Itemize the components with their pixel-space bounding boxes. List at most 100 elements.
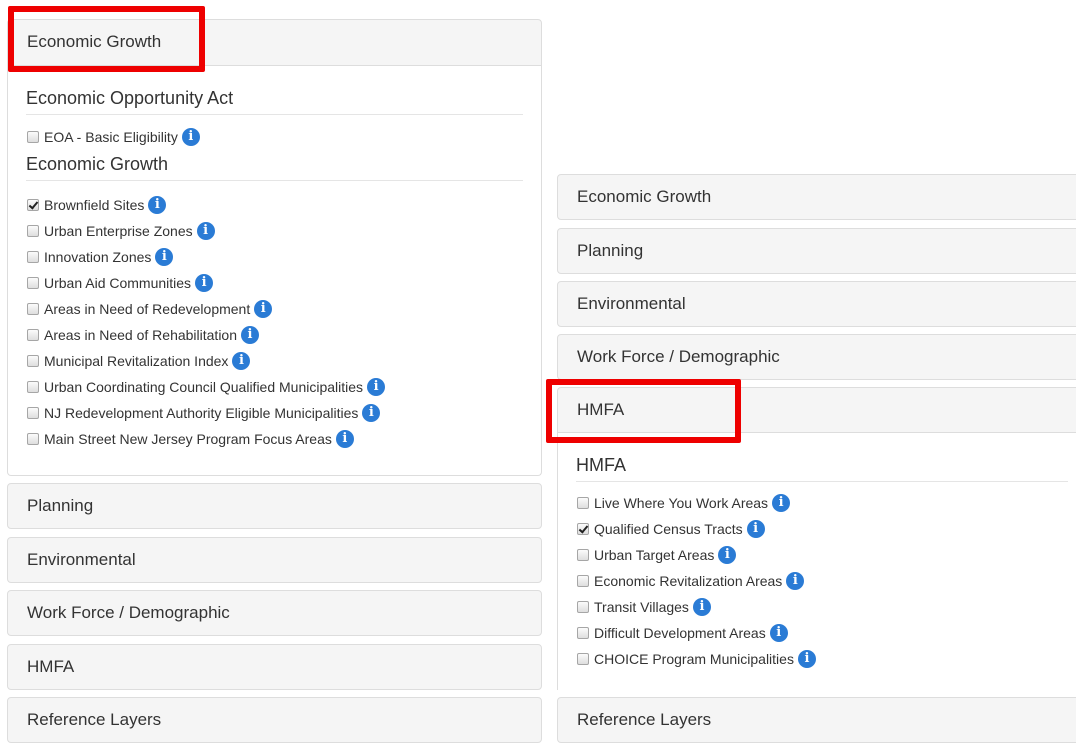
checkbox-label: Live Where You Work Areas — [594, 495, 769, 511]
panel-title: Reference Layers — [577, 710, 712, 729]
info-icon[interactable]: i — [718, 546, 737, 564]
checkbox-label: Areas in Need of Rehabilitation — [44, 327, 238, 343]
checkbox-label: Urban Enterprise Zones — [44, 223, 193, 239]
info-icon[interactable]: i — [367, 378, 386, 396]
right-panel-environmental[interactable]: Environmental — [557, 281, 1076, 327]
checkbox-item-innovation-zones[interactable]: Innovation Zones i — [27, 248, 174, 266]
panel-title: HMFA — [577, 400, 625, 419]
info-icon[interactable]: i — [196, 222, 215, 240]
checkbox-item-areas-rehabilitation[interactable]: Areas in Need of Rehabilitation i — [27, 326, 260, 344]
left-panel-header-economic-growth[interactable]: Economic Growth — [7, 19, 542, 66]
checkbox-label: Difficult Development Areas — [594, 625, 766, 641]
checkbox-label: Qualified Census Tracts — [594, 521, 743, 537]
checkbox[interactable] — [27, 433, 39, 445]
info-icon[interactable]: i — [232, 352, 251, 370]
checkbox-item-transit-villages[interactable]: Transit Villages i — [577, 598, 711, 616]
checkbox[interactable] — [577, 653, 589, 665]
checkbox[interactable] — [27, 199, 39, 211]
section-title-economic-growth: Economic Growth — [26, 153, 523, 181]
right-panel-planning[interactable]: Planning — [557, 228, 1076, 274]
info-icon[interactable]: i — [148, 196, 167, 214]
info-icon[interactable]: i — [786, 572, 805, 590]
info-icon[interactable]: i — [241, 326, 260, 344]
info-icon[interactable]: i — [692, 598, 711, 616]
info-icon[interactable]: i — [195, 274, 214, 292]
checkbox[interactable] — [577, 523, 589, 535]
checkbox[interactable] — [27, 131, 39, 143]
checkbox-item-urban-enterprise-zones[interactable]: Urban Enterprise Zones i — [27, 222, 215, 240]
checkbox-label: Urban Target Areas — [594, 547, 715, 563]
info-icon[interactable]: i — [769, 624, 788, 642]
panel-title: HMFA — [27, 657, 75, 676]
left-panel-reference-layers[interactable]: Reference Layers — [7, 697, 542, 743]
checkbox-label: Brownfield Sites — [44, 197, 145, 213]
checkbox-label: Economic Revitalization Areas — [594, 573, 783, 589]
checkbox-label: Urban Coordinating Council Qualified Mun… — [44, 379, 364, 395]
panel-title: Work Force / Demographic — [577, 347, 780, 366]
checkbox-label: Municipal Revitalization Index — [44, 353, 229, 369]
section-title-hmfa: HMFA — [576, 454, 1068, 482]
checkbox-item-main-street-nj[interactable]: Main Street New Jersey Program Focus Are… — [27, 430, 354, 448]
checkbox-item-nj-redevelopment-authority[interactable]: NJ Redevelopment Authority Eligible Muni… — [27, 404, 381, 422]
checkbox-item-municipal-revitalization-index[interactable]: Municipal Revitalization Index i — [27, 352, 251, 370]
right-panel-header-hmfa[interactable]: HMFA — [557, 387, 1076, 433]
checkbox-label: NJ Redevelopment Authority Eligible Muni… — [44, 405, 359, 421]
panel-title: Work Force / Demographic — [27, 603, 230, 622]
checkbox[interactable] — [577, 601, 589, 613]
right-panel-work-force-demographic[interactable]: Work Force / Demographic — [557, 334, 1076, 380]
section-title-economic-opportunity-act: Economic Opportunity Act — [26, 87, 523, 115]
info-icon[interactable]: i — [181, 128, 200, 146]
checkbox-item-economic-revitalization-areas[interactable]: Economic Revitalization Areas i — [577, 572, 805, 590]
checkbox-item-choice-program[interactable]: CHOICE Program Municipalities i — [577, 650, 816, 668]
checkbox-label: CHOICE Program Municipalities — [594, 651, 794, 667]
checkbox-item-eoa-basic-eligibility[interactable]: EOA - Basic Eligibility i — [27, 128, 200, 146]
checkbox[interactable] — [577, 627, 589, 639]
checkbox-label: Transit Villages — [594, 599, 689, 615]
info-icon[interactable]: i — [335, 430, 354, 448]
checkbox[interactable] — [577, 549, 589, 561]
info-icon[interactable]: i — [797, 650, 816, 668]
checkbox[interactable] — [27, 277, 39, 289]
checkbox[interactable] — [577, 575, 589, 587]
checkbox[interactable] — [27, 355, 39, 367]
checkbox-label: EOA - Basic Eligibility — [44, 129, 178, 145]
left-panel-work-force-demographic[interactable]: Work Force / Demographic — [7, 590, 542, 636]
checkbox[interactable] — [577, 497, 589, 509]
checkbox-label: Areas in Need of Redevelopment — [44, 301, 251, 317]
checkbox-label: Urban Aid Communities — [44, 275, 192, 291]
checkbox[interactable] — [27, 303, 39, 315]
checkbox-item-brownfield-sites[interactable]: Brownfield Sites i — [27, 196, 167, 214]
info-icon[interactable]: i — [362, 404, 381, 422]
panel-title: Economic Growth — [27, 32, 162, 51]
checkbox-item-difficult-development-areas[interactable]: Difficult Development Areas i — [577, 624, 788, 642]
info-icon[interactable]: i — [746, 520, 765, 538]
panel-title: Planning — [27, 496, 94, 515]
panel-title: Environmental — [27, 550, 136, 569]
info-icon[interactable]: i — [254, 300, 273, 318]
right-panel-reference-layers[interactable]: Reference Layers — [557, 697, 1076, 743]
info-icon[interactable]: i — [772, 494, 791, 512]
panel-title: Economic Growth — [577, 187, 712, 206]
left-panel-body-economic-growth: Economic Opportunity Act EOA - Basic Eli… — [7, 66, 542, 476]
panel-title: Reference Layers — [27, 710, 162, 729]
checkbox[interactable] — [27, 407, 39, 419]
checkbox[interactable] — [27, 251, 39, 263]
checkbox-item-areas-redevelopment[interactable]: Areas in Need of Redevelopment i — [27, 300, 273, 318]
checkbox-item-live-where-you-work[interactable]: Live Where You Work Areas i — [577, 494, 791, 512]
checkbox-item-urban-target-areas[interactable]: Urban Target Areas i — [577, 546, 737, 564]
checkbox-item-urban-coordinating-council[interactable]: Urban Coordinating Council Qualified Mun… — [27, 378, 386, 396]
right-panel-economic-growth[interactable]: Economic Growth — [557, 174, 1076, 220]
checkbox[interactable] — [27, 329, 39, 341]
checkbox-item-qualified-census-tracts[interactable]: Qualified Census Tracts i — [577, 520, 765, 538]
left-panel-hmfa[interactable]: HMFA — [7, 644, 542, 690]
checkbox-label: Main Street New Jersey Program Focus Are… — [44, 431, 332, 447]
checkbox[interactable] — [27, 381, 39, 393]
info-icon[interactable]: i — [155, 248, 174, 266]
checkbox[interactable] — [27, 225, 39, 237]
panel-title: Environmental — [577, 294, 686, 313]
left-panel-planning[interactable]: Planning — [7, 483, 542, 529]
checkbox-label: Innovation Zones — [44, 249, 152, 265]
left-panel-environmental[interactable]: Environmental — [7, 537, 542, 583]
checkbox-item-urban-aid-communities[interactable]: Urban Aid Communities i — [27, 274, 214, 292]
panel-title: Planning — [577, 241, 644, 260]
